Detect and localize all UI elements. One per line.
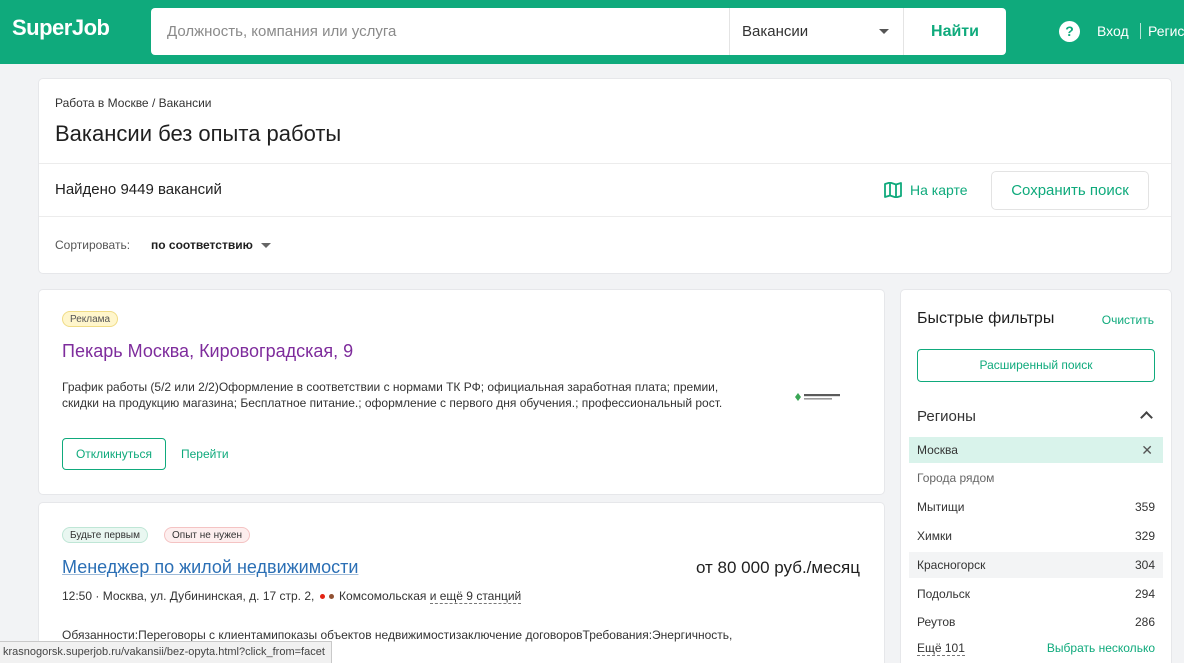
filters-title: Быстрые фильтры — [917, 310, 1055, 327]
search-type-value: Вакансии — [742, 23, 809, 40]
vacancy-title-link[interactable]: Менеджер по жилой недвижимости — [62, 557, 358, 578]
region-name: Подольск — [917, 587, 970, 601]
region-filter-item[interactable]: Реутов 286 — [909, 609, 1163, 635]
region-name: Реутов — [917, 615, 956, 629]
no-experience-badge: Опыт не нужен — [164, 527, 251, 543]
region-count: 304 — [1134, 558, 1155, 572]
salary: от 80 000 руб./месяц — [695, 558, 860, 577]
search-type-select[interactable]: Вакансии — [729, 8, 903, 55]
sort-value: по соответствию — [151, 238, 253, 252]
region-count: 329 — [1134, 529, 1155, 543]
vacancy-title-link[interactable]: Пекарь Москва, Кировоградская, 9 — [62, 341, 353, 362]
search-summary-card: Работа в Москве / Вакансии Вакансии без … — [39, 79, 1171, 273]
regions-section-title: Регионы — [917, 408, 976, 425]
quick-filters-panel: Быстрые фильтры Очистить Расширенный пои… — [901, 290, 1171, 663]
be-first-badge: Будьте первым — [62, 527, 148, 543]
search-bar: Вакансии Найти — [151, 8, 1006, 55]
search-input[interactable] — [151, 8, 729, 55]
nearby-cities-text: Города рядом — [917, 471, 995, 485]
chevron-down-icon — [879, 29, 889, 34]
region-filter-item[interactable]: Подольск 294 — [909, 581, 1163, 607]
metro-line-icon — [319, 594, 325, 599]
region-filter-selected[interactable]: Москва ✕ — [909, 437, 1163, 463]
map-icon — [884, 182, 902, 198]
go-link[interactable]: Перейти — [181, 447, 229, 461]
sort-label: Сортировать: — [55, 238, 131, 252]
region-filter-item[interactable]: Химки 329 — [909, 523, 1163, 549]
more-regions-link[interactable]: Ещё 101 — [917, 641, 965, 656]
divider — [39, 216, 1171, 217]
find-button[interactable]: Найти — [903, 8, 1006, 55]
map-link-label: На карте — [910, 182, 968, 198]
chevron-up-icon[interactable] — [1140, 411, 1153, 424]
help-icon[interactable]: ? — [1059, 21, 1080, 42]
region-name: Москва — [917, 443, 958, 457]
superjob-logo[interactable]: SuperJob — [12, 15, 110, 41]
vacancy-description: График работы (5/2 или 2/2)Оформление в … — [62, 380, 723, 410]
divider — [39, 163, 1171, 164]
close-icon[interactable]: ✕ — [1141, 437, 1153, 463]
save-search-button[interactable]: Сохранить поиск — [992, 172, 1148, 209]
vacancy-card: Реклама Пекарь Москва, Кировоградская, 9… — [39, 290, 884, 494]
region-filter-item[interactable]: Красногорск 304 — [909, 552, 1163, 578]
time-address: 12:50 · Москва, ул. Дубининская, д. 17 с… — [62, 589, 315, 603]
vacancy-description: Обязанности:Переговоры с клиентамипоказы… — [62, 628, 733, 642]
respond-button[interactable]: Откликнуться — [62, 438, 166, 470]
select-multiple-link[interactable]: Выбрать несколько — [1047, 641, 1155, 655]
vacancy-address: 12:50 · Москва, ул. Дубининская, д. 17 с… — [62, 589, 522, 604]
metro-line-icon — [328, 594, 334, 599]
link-preview-url: krasnogorsk.superjob.ru/vakansii/bez-opy… — [0, 641, 332, 663]
region-name: Красногорск — [917, 558, 986, 572]
region-count: 294 — [1134, 587, 1155, 601]
nearby-cities-label: Города рядом — [909, 465, 1163, 491]
region-name: Мытищи — [917, 500, 965, 514]
ad-badge: Реклама — [62, 311, 119, 327]
register-link[interactable]: Регистрация — [1148, 23, 1184, 39]
page-title: Вакансии без опыта работы — [55, 121, 342, 146]
advanced-search-button[interactable]: Расширенный поиск — [917, 349, 1155, 382]
vacancy-card: Будьте первым Опыт не нужен Менеджер по … — [39, 503, 884, 663]
login-link[interactable]: Вход — [1097, 23, 1129, 39]
map-link[interactable]: На карте — [884, 182, 968, 198]
more-stations-link[interactable]: и ещё 9 станций — [429, 589, 522, 604]
company-logo[interactable] — [793, 390, 849, 404]
region-count: 286 — [1134, 615, 1155, 629]
chevron-down-icon — [260, 243, 271, 248]
metro-station: Комсомольская — [339, 589, 427, 603]
region-count: 359 — [1134, 500, 1155, 514]
region-filter-item[interactable]: Мытищи 359 — [909, 494, 1163, 520]
sort-select[interactable]: по соответствию — [151, 238, 271, 252]
breadcrumb[interactable]: Работа в Москве / Вакансии — [55, 96, 212, 110]
region-name: Химки — [917, 529, 952, 543]
site-header: SuperJob Вакансии Найти ? Вход Регистрац… — [0, 0, 1184, 64]
header-divider — [1140, 23, 1141, 39]
clear-filters-link[interactable]: Очистить — [1102, 313, 1154, 327]
results-count: Найдено 9449 вакансий — [55, 181, 222, 198]
